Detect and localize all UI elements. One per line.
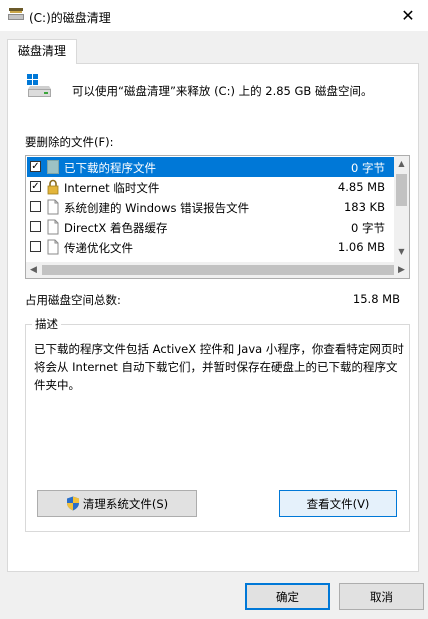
disk-cleanup-app-icon [8,8,24,20]
ok-button[interactable]: 确定 [245,583,330,610]
drive-icon [27,74,51,97]
list-item[interactable]: ✓ Internet 临时文件 4.85 MB [27,177,395,197]
total-space-label: 占用磁盘空间总数: [25,293,121,307]
close-icon: ✕ [401,6,415,25]
list-item[interactable]: 传递优化文件 1.06 MB [27,237,395,257]
file-size: 0 字节 [351,161,385,175]
title-bar: (C:)的磁盘清理 ✕ [0,0,428,31]
total-space-value: 15.8 MB [352,292,400,306]
view-files-button[interactable]: 查看文件(V) [279,490,397,517]
list-item[interactable]: ✓ 已下载的程序文件 0 字节 [27,157,395,177]
checkbox[interactable] [30,241,41,252]
file-icon [47,239,59,255]
vertical-scrollbar[interactable]: ▲ ▼ [394,156,409,262]
lock-icon [47,179,59,195]
view-files-label: 查看文件(V) [306,496,370,511]
file-name: 已下载的程序文件 [64,161,156,175]
close-button[interactable]: ✕ [388,0,428,31]
file-name: Internet 临时文件 [64,181,160,195]
file-size: 183 KB [343,200,385,214]
scroll-right-icon[interactable]: ▶ [394,262,409,278]
file-name: 系统创建的 Windows 错误报告文件 [64,201,250,215]
list-item[interactable]: DirectX 着色器缓存 0 字节 [27,217,395,237]
description-title: 描述 [32,316,61,332]
scroll-up-icon[interactable]: ▲ [394,156,409,171]
file-icon [47,199,59,215]
scroll-down-icon[interactable]: ▼ [394,244,409,259]
summary-text: 可以使用“磁盘清理”来释放 (C:) 上的 2.85 GB 磁盘空间。 [72,84,373,98]
list-item[interactable]: 系统创建的 Windows 错误报告文件 183 KB [27,197,395,217]
scroll-left-icon[interactable]: ◀ [26,262,41,278]
clean-system-files-button[interactable]: 清理系统文件(S) [37,490,197,517]
file-size: 4.85 MB [337,180,385,194]
clean-system-files-label: 清理系统文件(S) [82,496,169,511]
checkbox[interactable]: ✓ [30,161,41,172]
files-to-delete-label: 要删除的文件(F): [25,135,114,149]
horizontal-scrollbar[interactable]: ◀ ▶ [26,262,409,278]
shield-icon [66,496,79,511]
checkbox[interactable] [30,201,41,212]
checkbox[interactable] [30,221,41,232]
checkbox[interactable]: ✓ [30,181,41,192]
cancel-button[interactable]: 取消 [339,583,424,610]
description-text: 已下载的程序文件包括 ActiveX 控件和 Java 小程序，你查看特定网页时… [34,342,404,392]
file-icon [47,219,59,235]
files-list[interactable]: ✓ 已下载的程序文件 0 字节 ✓ Internet 临时文件 4.85 MB … [25,155,410,279]
cancel-label: 取消 [370,589,393,604]
horizontal-scroll-thumb[interactable] [42,265,394,275]
vertical-scroll-thumb[interactable] [396,174,407,206]
file-name: 传递优化文件 [64,241,133,255]
tab-panel: 可以使用“磁盘清理”来释放 (C:) 上的 2.85 GB 磁盘空间。 要删除的… [7,63,419,572]
ok-label: 确定 [276,589,299,604]
window-title: (C:)的磁盘清理 [29,11,111,25]
file-size: 0 字节 [351,221,385,235]
file-size: 1.06 MB [337,240,385,254]
folder-icon [47,160,59,174]
file-name: DirectX 着色器缓存 [64,221,168,235]
tab-disk-cleanup[interactable]: 磁盘清理 [7,39,77,64]
